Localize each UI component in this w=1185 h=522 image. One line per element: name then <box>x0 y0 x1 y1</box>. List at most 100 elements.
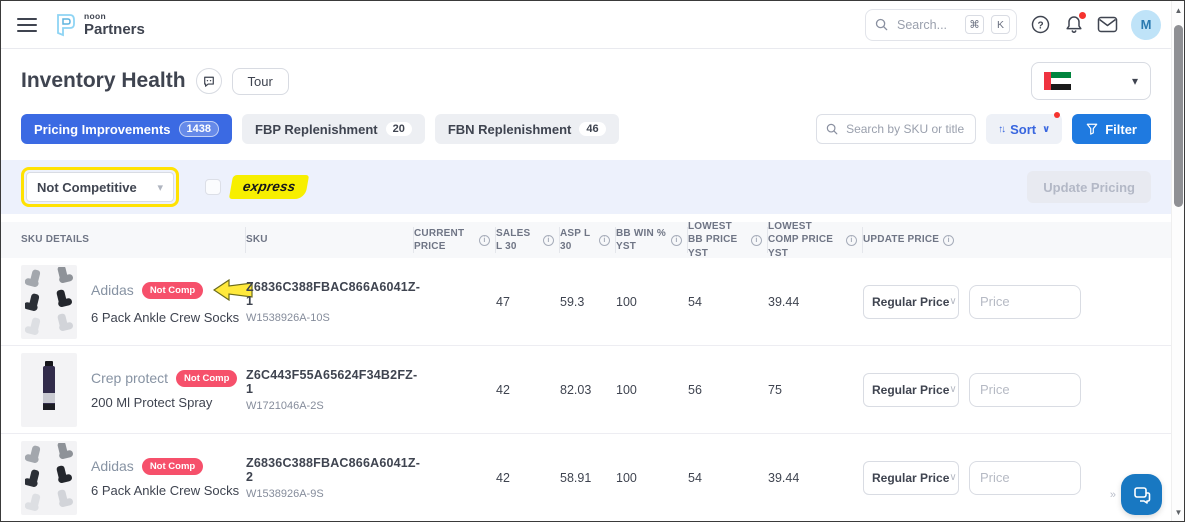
sku-search[interactable] <box>816 114 977 144</box>
update-price-cell: Regular Price ∨ <box>863 284 1171 319</box>
col-header-update-price: UPDATE PRICE <box>863 227 1171 253</box>
tab-fbn-replenishment[interactable]: FBN Replenishment 46 <box>434 114 619 144</box>
lowest-comp-price-cell: 39.44 <box>768 294 800 309</box>
filter-bar: Not Competitive ▾ express Update Pricing <box>1 160 1171 214</box>
col-label: LOWEST COMP PRICE YST <box>768 220 834 259</box>
page-header: Inventory Health Tour ▾ <box>1 49 1171 108</box>
chat-fab-container: » <box>1110 474 1162 515</box>
price-input[interactable] <box>969 372 1081 407</box>
filter-label: Filter <box>1105 121 1137 137</box>
sku-child-code: W1538926A-9S <box>246 487 324 500</box>
col-label: LOWEST BB PRICE YST <box>688 220 738 259</box>
col-label: UPDATE PRICE <box>863 234 940 246</box>
info-icon[interactable] <box>671 234 682 246</box>
help-icon[interactable]: ? <box>1030 14 1051 35</box>
noon-partners-logo[interactable]: noon Partners <box>51 11 145 38</box>
global-search[interactable]: ⌘ K <box>865 8 1017 41</box>
sku-code: Z6836C388FBAC866A6041Z-1 <box>246 279 421 308</box>
noon-logo-icon <box>57 14 75 37</box>
price-input[interactable] <box>969 460 1081 495</box>
product-title: 6 Pack Ankle Crew Socks <box>91 482 240 498</box>
spray-bottle-image <box>43 360 55 410</box>
info-icon[interactable] <box>846 234 857 246</box>
brand-line: Adidas Not Comp <box>91 457 239 475</box>
sku-details-cell: Adidas Not Comp 6 Pack Ankle Crew Socks <box>21 264 253 339</box>
col-header-lowest-comp-price: LOWEST COMP PRICE YST <box>768 221 863 259</box>
tab-count-badge: 20 <box>385 122 412 136</box>
info-icon[interactable] <box>599 234 610 246</box>
table-row: Adidas Not Comp 6 Pack Ankle Crew Socks … <box>1 258 1171 346</box>
logo-noon-label: noon <box>84 11 106 22</box>
tour-button[interactable]: Tour <box>231 67 289 95</box>
update-price-cell: Regular Price ∨ <box>863 372 1171 407</box>
hamburger-menu-icon[interactable] <box>17 14 37 36</box>
sort-button[interactable]: ↑↓ Sort ∨ <box>986 112 1063 144</box>
tab-label: FBN Replenishment <box>447 121 572 137</box>
mail-icon[interactable] <box>1097 16 1118 33</box>
tab-label: FBP Replenishment <box>255 121 378 137</box>
country-select[interactable]: ▾ <box>1031 62 1151 100</box>
lowest-bb-price-cell: 56 <box>688 382 702 397</box>
sku-code: Z6C443F55A65624F34B2FZ-1 <box>246 367 418 396</box>
lowest-comp-price-cell: 39.44 <box>768 470 800 485</box>
status-filter-value: Not Competitive <box>37 179 137 195</box>
brand-line: Adidas Not Comp <box>91 278 253 302</box>
info-icon[interactable] <box>543 234 554 246</box>
express-label: express <box>241 179 297 194</box>
cmd-key: ⌘ <box>965 15 984 34</box>
bb-win-yst-cell: 100 <box>616 470 637 485</box>
product-text: Adidas Not Comp 6 Pack Ankle Crew Socks <box>91 457 240 498</box>
tab-fbp-replenishment[interactable]: FBP Replenishment 20 <box>242 114 425 144</box>
not-comp-badge: Not Comp <box>176 369 238 387</box>
col-header-sku-details: SKU DETAILS <box>21 227 246 253</box>
notifications-bell-icon[interactable] <box>1064 12 1086 35</box>
col-label: SKU <box>246 234 268 246</box>
caret-down-icon: ▾ <box>157 181 163 194</box>
global-search-input[interactable] <box>895 16 958 33</box>
sku-cell: Z6836C388FBAC866A6041Z-1 W1538926A-10S <box>246 279 421 324</box>
chat-button[interactable] <box>1121 474 1162 515</box>
chevron-down-icon: ∨ <box>949 296 957 307</box>
chevron-down-icon: ∨ <box>949 472 957 483</box>
tab-count-badge: 1438 <box>178 121 220 137</box>
product-image <box>21 440 77 515</box>
express-logo: express <box>228 175 310 199</box>
chat-bubbles-icon <box>1133 486 1150 504</box>
app-window: noon Partners ⌘ K ? M <box>0 0 1185 522</box>
scroll-up-icon[interactable]: ▲ <box>1172 3 1184 17</box>
vertical-scrollbar[interactable]: ▲ ▼ <box>1171 1 1184 521</box>
table-row: Adidas Not Comp 6 Pack Ankle Crew Socks … <box>1 434 1171 521</box>
svg-text:?: ? <box>1037 20 1043 31</box>
update-pricing-button[interactable]: Update Pricing <box>1027 171 1151 203</box>
info-icon[interactable] <box>751 234 762 246</box>
status-filter-select[interactable]: Not Competitive ▾ <box>26 172 174 202</box>
sku-search-input[interactable] <box>844 121 967 137</box>
info-icon[interactable] <box>479 234 490 246</box>
k-key: K <box>991 15 1010 34</box>
sku-cell: Z6836C388FBAC866A6041Z-2 W1538926A-9S <box>246 456 420 500</box>
express-checkbox[interactable] <box>205 179 221 195</box>
scrollbar-thumb[interactable] <box>1174 25 1183 207</box>
col-header-asp-l30: ASP L 30 <box>560 227 616 253</box>
scroll-down-icon[interactable]: ▼ <box>1172 505 1184 519</box>
price-type-value: Regular Price <box>872 294 950 309</box>
lowest-bb-price-cell: 54 <box>688 470 702 485</box>
socks-image <box>25 442 73 511</box>
price-type-select[interactable]: Regular Price ∨ <box>863 372 959 407</box>
funnel-icon <box>1086 123 1098 135</box>
price-type-select[interactable]: Regular Price ∨ <box>863 460 959 495</box>
sku-details-cell: Adidas Not Comp 6 Pack Ankle Crew Socks <box>21 440 246 515</box>
sort-active-dot <box>1054 112 1061 118</box>
double-chevron-icon[interactable]: » <box>1110 489 1116 501</box>
col-header-sales-l30: SALES L 30 <box>496 227 560 253</box>
table-row: Crep protect Not Comp 200 Ml Protect Spr… <box>1 346 1171 434</box>
annotation-highlight: Not Competitive ▾ <box>21 167 179 207</box>
info-icon[interactable] <box>943 234 955 246</box>
user-avatar[interactable]: M <box>1131 9 1161 40</box>
tab-pricing-improvements[interactable]: Pricing Improvements 1438 <box>21 114 233 144</box>
filter-button[interactable]: Filter <box>1072 114 1151 144</box>
price-input[interactable] <box>969 284 1081 319</box>
price-type-select[interactable]: Regular Price ∨ <box>863 284 959 319</box>
sort-label: Sort <box>1010 121 1037 137</box>
video-help-button[interactable] <box>195 68 222 94</box>
